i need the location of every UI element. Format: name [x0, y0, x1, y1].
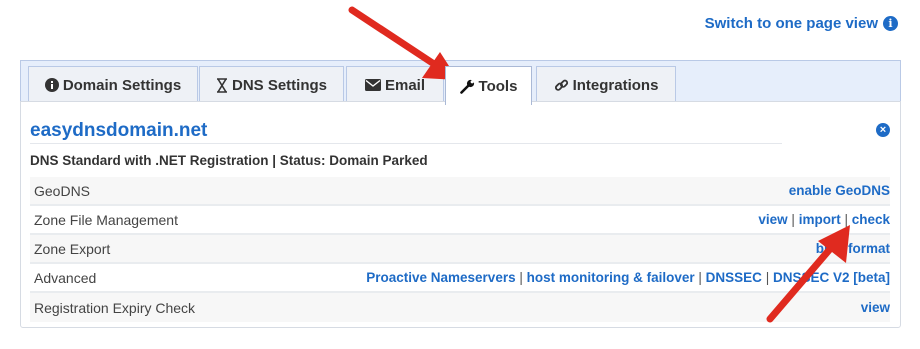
switch-one-page-view-link[interactable]: Switch to one page view i	[705, 15, 898, 32]
row-label: Registration Expiry Check	[34, 299, 196, 316]
list-item-registration-expiry: Registration Expiry Check view	[30, 293, 890, 322]
list-item-zone-export: Zone Export bind format	[30, 235, 890, 264]
host-monitoring-link[interactable]: host monitoring & failover	[527, 270, 695, 285]
switch-link-label: Switch to one page view	[704, 15, 878, 32]
title-divider	[30, 143, 782, 144]
tools-panel: easydnsdomain.net × DNS Standard with .N…	[20, 101, 901, 328]
proactive-nameservers-link[interactable]: Proactive Nameservers	[366, 270, 515, 285]
row-label: Zone Export	[34, 240, 111, 257]
tab-label: Tools	[478, 77, 518, 95]
list-item-zone-file-management: Zone File Management view | import | che…	[30, 206, 890, 235]
row-label: Zone File Management	[34, 211, 178, 228]
wrench-icon	[459, 79, 474, 94]
tab-domain-settings[interactable]: Domain Settings	[28, 66, 198, 103]
tab-bar: Domain Settings DNS Settings Email Tools…	[20, 60, 901, 105]
expiry-view-link[interactable]: view	[861, 300, 890, 315]
tab-email[interactable]: Email	[346, 66, 444, 103]
dnssec-v2-link[interactable]: DNSSEC V2 [beta]	[773, 270, 890, 285]
domain-status: DNS Standard with .NET Registration | St…	[30, 153, 428, 168]
tools-list: GeoDNS enable GeoDNS Zone File Managemen…	[30, 177, 890, 322]
row-label: Advanced	[34, 269, 97, 286]
info-icon: i	[883, 16, 898, 31]
enable-geodns-link[interactable]: enable GeoDNS	[789, 183, 890, 198]
dnssec-link[interactable]: DNSSEC	[706, 270, 762, 285]
tab-tools[interactable]: Tools	[445, 66, 532, 105]
tab-label: Integrations	[572, 76, 659, 94]
tab-dns-settings[interactable]: DNS Settings	[199, 66, 344, 103]
bind-format-link[interactable]: bind format	[816, 241, 890, 256]
tab-label: Email	[384, 76, 426, 94]
tab-integrations[interactable]: Integrations	[536, 66, 676, 103]
zone-import-link[interactable]: import	[799, 212, 841, 227]
link-icon	[554, 79, 568, 91]
info-circle-icon	[44, 78, 59, 92]
zone-view-link[interactable]: view	[758, 212, 787, 227]
row-label: GeoDNS	[34, 182, 91, 199]
tab-label: DNS Settings	[231, 76, 327, 94]
tab-label: Domain Settings	[62, 76, 182, 94]
domain-name-link[interactable]: easydnsdomain.net	[30, 120, 207, 142]
list-item-advanced: Advanced Proactive Nameservers | host mo…	[30, 264, 890, 293]
zone-check-link[interactable]: check	[852, 212, 890, 227]
close-icon[interactable]: ×	[876, 123, 890, 137]
hourglass-icon	[216, 77, 227, 93]
envelope-icon	[364, 79, 381, 91]
list-item-geodns: GeoDNS enable GeoDNS	[30, 177, 890, 206]
